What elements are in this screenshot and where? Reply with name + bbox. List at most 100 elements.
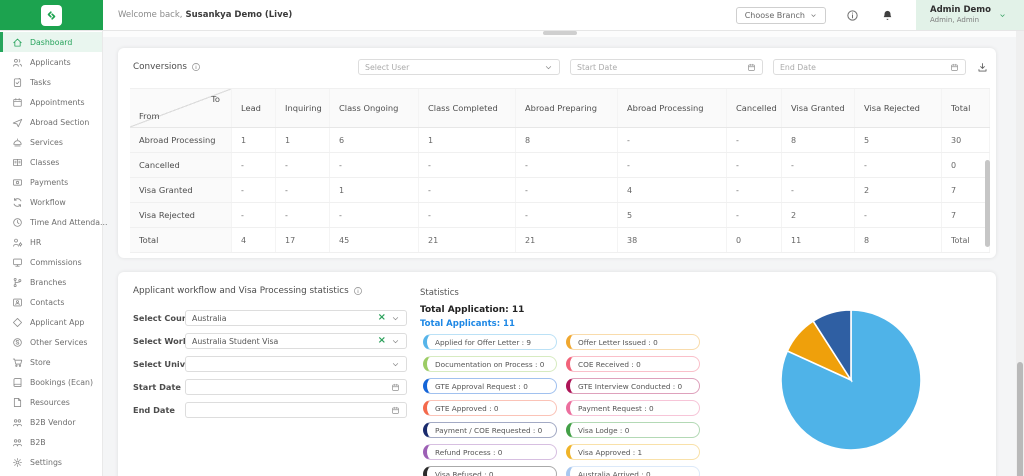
info-icon[interactable] xyxy=(353,286,363,296)
column-header-cancelled: Cancelled xyxy=(727,89,782,127)
sidebar-item-hr[interactable]: HR xyxy=(0,232,102,252)
stat-pill-applied-for-offer-letter[interactable]: Applied for Offer Letter : 9 xyxy=(423,334,557,350)
sidebar-item-settings[interactable]: Settings xyxy=(0,452,102,472)
sidebar-item-b2b-vendor[interactable]: B2B Vendor xyxy=(0,412,102,432)
sidebar-item-bookings-ecan[interactable]: Bookings (Ecan) xyxy=(0,372,102,392)
sidebar-item-label: Branches xyxy=(30,278,66,287)
sidebar-item-payments[interactable]: Payments xyxy=(0,172,102,192)
table-cell: - xyxy=(232,153,276,177)
chevron-down-icon[interactable] xyxy=(391,337,400,346)
table-cell: - xyxy=(276,203,330,227)
stat-pill-payment-coe-requested[interactable]: Payment / COE Requested : 0 xyxy=(423,422,557,438)
gear-icon xyxy=(12,457,23,468)
stat-pill-gte-approval-request[interactable]: GTE Approval Request : 0 xyxy=(423,378,557,394)
stat-pill-offer-letter-issued[interactable]: Offer Letter Issued : 0 xyxy=(566,334,700,350)
column-header-total: Total xyxy=(942,89,990,127)
calendar-icon[interactable] xyxy=(391,406,400,415)
select-input-select-country[interactable]: Australia× xyxy=(185,310,407,326)
sidebar-item-workflow[interactable]: Workflow xyxy=(0,192,102,212)
admin-profile-menu[interactable]: Admin Demo Admin, Admin xyxy=(916,0,1024,30)
table-scrollbar-thumb[interactable] xyxy=(985,160,990,247)
table-cell: 1 xyxy=(330,178,419,202)
horizontal-scrollbar-thumb[interactable] xyxy=(543,31,577,35)
stat-pill-label: Visa Lodge : 0 xyxy=(578,426,629,435)
stat-pill-visa-refused[interactable]: Visa Refused : 0 xyxy=(423,466,557,476)
sidebar-item-abroad-section[interactable]: Abroad Section xyxy=(0,112,102,132)
end-date-input[interactable]: End Date xyxy=(773,59,966,75)
table-cell: - xyxy=(330,203,419,227)
sidebar-item-store[interactable]: Store xyxy=(0,352,102,372)
sidebar-item-b2b[interactable]: B2B xyxy=(0,432,102,452)
stat-pill-visa-approved[interactable]: Visa Approved : 1 xyxy=(566,444,700,460)
brand-block xyxy=(0,0,103,30)
stat-pill-visa-lodge[interactable]: Visa Lodge : 0 xyxy=(566,422,700,438)
sidebar-item-label: Resources xyxy=(30,398,70,407)
conversions-table: FromToLeadInquiringClass OngoingClass Co… xyxy=(130,88,990,253)
clock-icon xyxy=(12,217,23,228)
table-cell: 30 xyxy=(942,128,990,152)
column-header-visa-rejected: Visa Rejected xyxy=(855,89,942,127)
calendar-icon[interactable] xyxy=(391,383,400,392)
sidebar-item-contacts[interactable]: Contacts xyxy=(0,292,102,312)
select-input-select-workflow[interactable]: Australia Student Visa× xyxy=(185,333,407,349)
stat-pill-gte-approved[interactable]: GTE Approved : 0 xyxy=(423,400,557,416)
info-icon[interactable] xyxy=(846,9,859,22)
sidebar-item-applicant-app[interactable]: Applicant App xyxy=(0,312,102,332)
cart-icon xyxy=(12,357,23,368)
sidebar-item-tasks[interactable]: Tasks xyxy=(0,72,102,92)
sidebar-item-time-and-attenda[interactable]: Time And Attenda... xyxy=(0,212,102,232)
table-cell: 38 xyxy=(618,228,727,252)
table-cell: 5 xyxy=(855,128,942,152)
table-cell: 17 xyxy=(276,228,330,252)
start-date-input[interactable]: Start Date xyxy=(570,59,763,75)
date-input-start-date[interactable] xyxy=(185,379,407,395)
sidebar-item-branches[interactable]: Branches xyxy=(0,272,102,292)
date-input-end-date[interactable] xyxy=(185,402,407,418)
select-input-select-university[interactable] xyxy=(185,356,407,372)
clear-icon[interactable]: × xyxy=(378,313,386,323)
stat-pill-refund-process[interactable]: Refund Process : 0 xyxy=(423,444,557,460)
table-cell: - xyxy=(618,128,727,152)
sidebar-item-appointments[interactable]: Appointments xyxy=(0,92,102,112)
stat-pill-documentation-on-process[interactable]: Documentation on Process : 0 xyxy=(423,356,557,372)
table-cell: - xyxy=(516,153,618,177)
conversions-title: Conversions xyxy=(133,62,187,72)
stat-pill-label: GTE Approval Request : 0 xyxy=(435,382,528,391)
select-user-dropdown[interactable]: Select User xyxy=(358,59,560,75)
brand-logo-icon[interactable] xyxy=(41,5,62,26)
corner-to-label: To xyxy=(211,94,220,104)
column-header-abroad-preparing: Abroad Preparing xyxy=(516,89,618,127)
chevron-down-icon[interactable] xyxy=(391,314,400,323)
sidebar-item-other-services[interactable]: Other Services xyxy=(0,332,102,352)
download-button[interactable] xyxy=(974,59,990,75)
clear-icon[interactable]: × xyxy=(378,336,386,346)
table-row-abroad-processing: Abroad Processing11618--8530 xyxy=(130,128,990,153)
total-applicants-link[interactable]: Total Applicants: 11 xyxy=(420,319,515,329)
sidebar-item-resources[interactable]: Resources xyxy=(0,392,102,412)
calendar-icon[interactable] xyxy=(747,63,756,72)
admin-name: Admin Demo xyxy=(930,5,991,16)
workflow-stats-card: Applicant workflow and Visa Processing s… xyxy=(118,272,996,476)
calendar-icon[interactable] xyxy=(950,63,959,72)
book-icon xyxy=(12,377,23,388)
stat-pill-payment-request[interactable]: Payment Request : 0 xyxy=(566,400,700,416)
page-scrollbar-thumb[interactable] xyxy=(1017,362,1023,476)
table-cell: - xyxy=(516,178,618,202)
stat-pill-australia-arrived[interactable]: Australia Arrived : 0 xyxy=(566,466,700,476)
contact-card-icon xyxy=(12,297,23,308)
bell-icon[interactable] xyxy=(881,9,894,22)
table-cell: 7 xyxy=(942,203,990,227)
choose-branch-button[interactable]: Choose Branch xyxy=(736,7,826,24)
row-label: Visa Rejected xyxy=(130,203,232,227)
chevron-down-icon[interactable] xyxy=(391,360,400,369)
stat-pill-gte-interview-conducted[interactable]: GTE Interview Conducted : 0 xyxy=(566,378,700,394)
sidebar-item-services[interactable]: Services xyxy=(0,132,102,152)
info-icon[interactable] xyxy=(191,62,201,72)
sidebar-item-classes[interactable]: Classes xyxy=(0,152,102,172)
tasks-icon xyxy=(12,77,23,88)
sidebar-item-dashboard[interactable]: Dashboard xyxy=(0,32,102,52)
sidebar-item-commissions[interactable]: Commissions xyxy=(0,252,102,272)
stat-pill-coe-received[interactable]: COE Received : 0 xyxy=(566,356,700,372)
sidebar-item-label: Settings xyxy=(30,458,62,467)
sidebar-item-applicants[interactable]: Applicants xyxy=(0,52,102,72)
